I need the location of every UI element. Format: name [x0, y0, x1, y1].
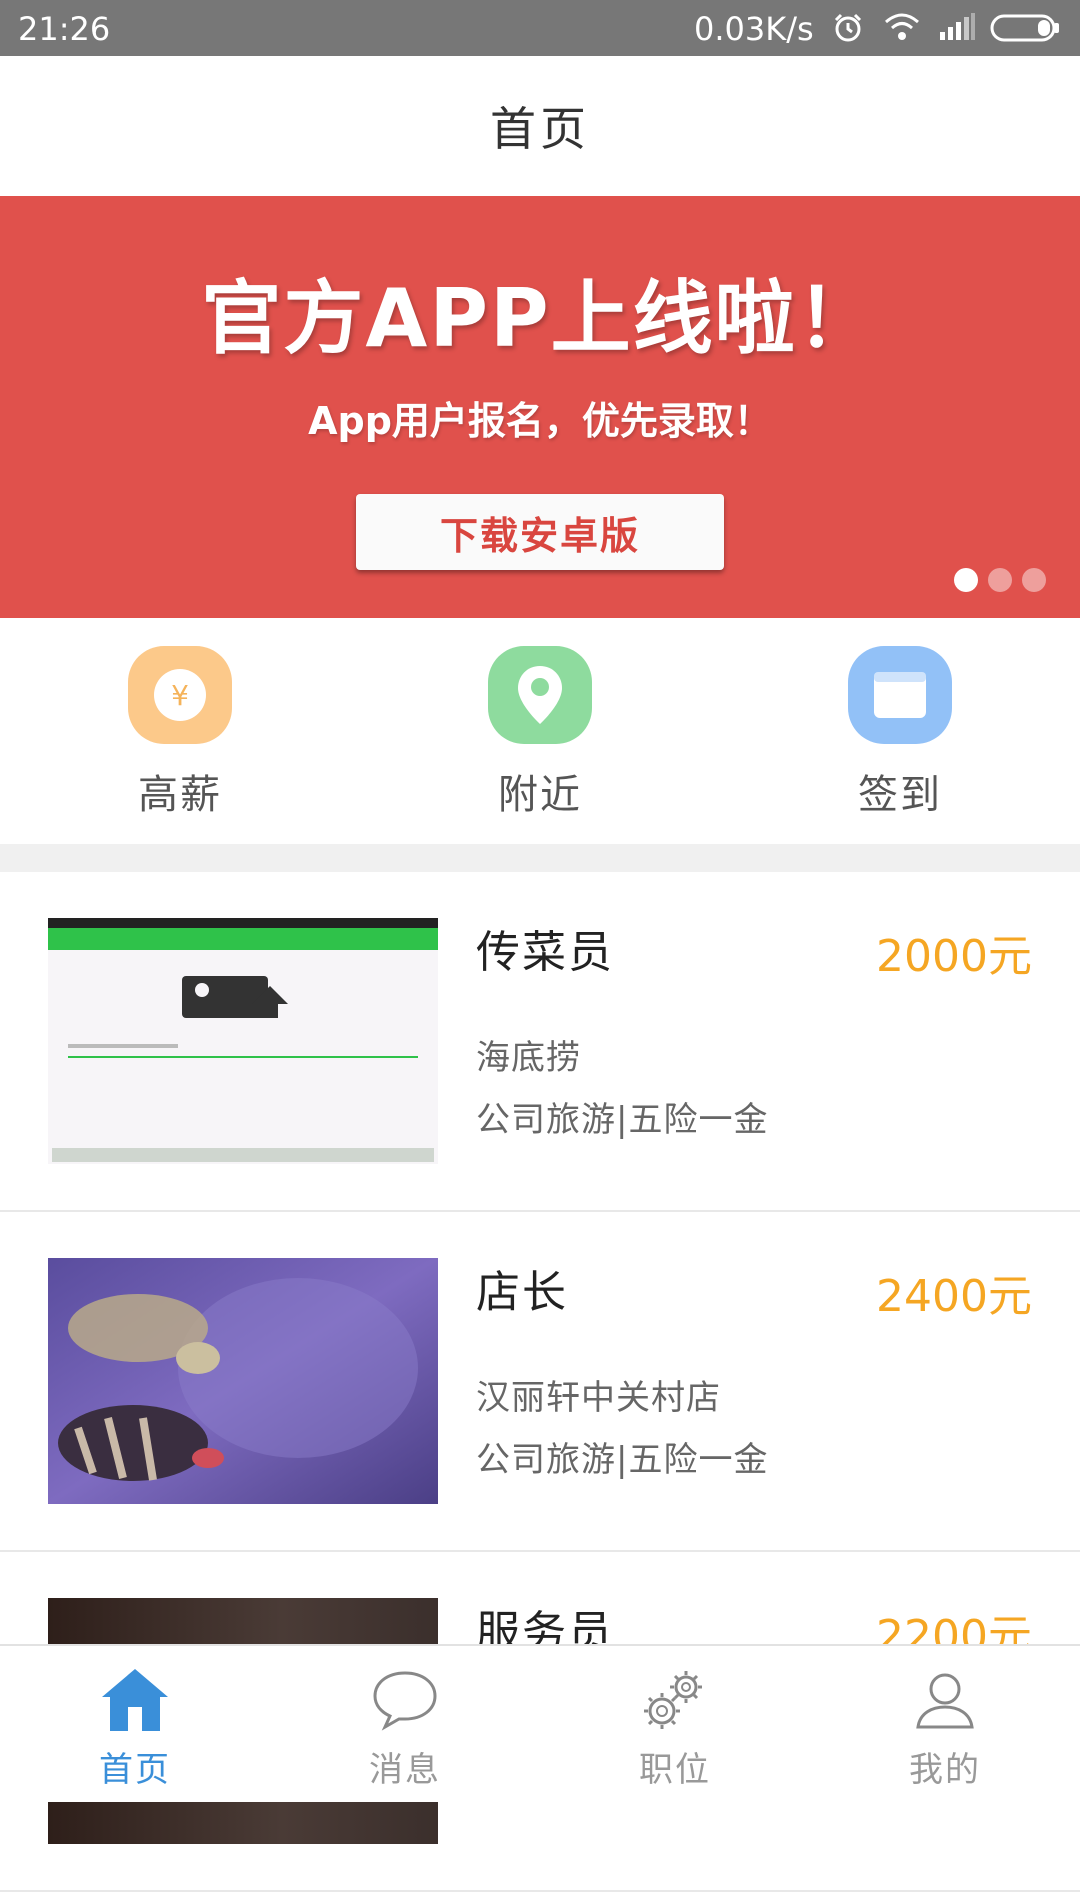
- promo-banner[interactable]: 官方APP上线啦！ App用户报名，优先录取！ 下载安卓版: [0, 196, 1080, 618]
- quick-links: ¥ 高薪 附近 签到: [0, 618, 1080, 844]
- location-pin-icon: [488, 646, 592, 744]
- download-android-button[interactable]: 下载安卓版: [356, 494, 724, 570]
- job-company: 海底捞: [476, 1038, 581, 1078]
- banner-headline: 官方APP上线啦！: [201, 272, 879, 365]
- job-thumbnail: [48, 1258, 438, 1504]
- network-speed: 0.03K/s: [694, 10, 814, 48]
- calendar-icon: [848, 646, 952, 744]
- banner-subtitle: App用户报名，优先录取！: [308, 399, 772, 443]
- tab-profile[interactable]: 我的: [810, 1646, 1080, 1802]
- battery-icon: [990, 14, 1062, 46]
- quick-link-high-salary[interactable]: ¥ 高薪: [0, 618, 360, 844]
- status-time: 21:26: [18, 10, 111, 48]
- job-title: 店长: [476, 1267, 568, 1318]
- section-divider: [0, 844, 1080, 873]
- wifi-icon: [884, 12, 920, 46]
- tab-label: 消息: [369, 1750, 441, 1790]
- quick-link-checkin[interactable]: 签到: [720, 618, 1080, 844]
- job-salary: 2400元: [876, 1271, 1032, 1322]
- job-title: 传菜员: [476, 927, 614, 978]
- alarm-icon: [832, 12, 864, 48]
- banner-dot[interactable]: [954, 568, 978, 592]
- tab-home[interactable]: 首页: [0, 1646, 270, 1802]
- tab-positions[interactable]: 职位: [540, 1646, 810, 1802]
- status-bar: 21:26 0.03K/s: [0, 0, 1080, 56]
- chat-bubble-icon: [371, 1666, 439, 1734]
- job-salary: 2000元: [876, 931, 1032, 982]
- signal-icon: [938, 12, 976, 46]
- bottom-tab-bar: 首页 消息 职位 我的: [0, 1644, 1080, 1802]
- job-benefits: 公司旅游|五险一金: [476, 1440, 769, 1480]
- tab-label: 职位: [639, 1750, 711, 1790]
- tab-label: 我的: [909, 1750, 981, 1790]
- quick-link-label: 附近: [498, 772, 582, 818]
- banner-pagination[interactable]: [954, 568, 1046, 592]
- user-icon: [914, 1666, 976, 1734]
- job-thumbnail: [48, 918, 438, 1164]
- quick-link-nearby[interactable]: 附近: [360, 618, 720, 844]
- job-company: 汉丽轩中关村店: [476, 1378, 721, 1418]
- tab-messages[interactable]: 消息: [270, 1646, 540, 1802]
- gears-icon: [640, 1666, 710, 1734]
- app-header: 首页: [0, 56, 1080, 196]
- banner-dot[interactable]: [988, 568, 1012, 592]
- svg-text:¥: ¥: [171, 679, 189, 712]
- yen-coin-icon: ¥: [128, 646, 232, 744]
- quick-link-label: 高薪: [138, 772, 222, 818]
- page-title: 首页: [490, 102, 590, 156]
- home-icon: [100, 1666, 170, 1734]
- job-list-item[interactable]: 店长 2400元 汉丽轩中关村店 公司旅游|五险一金: [0, 1212, 1080, 1552]
- banner-dot[interactable]: [1022, 568, 1046, 592]
- quick-link-label: 签到: [858, 772, 942, 818]
- job-list-item[interactable]: 传菜员 2000元 海底捞 公司旅游|五险一金: [0, 872, 1080, 1212]
- tab-label: 首页: [99, 1750, 171, 1790]
- job-benefits: 公司旅游|五险一金: [476, 1100, 769, 1140]
